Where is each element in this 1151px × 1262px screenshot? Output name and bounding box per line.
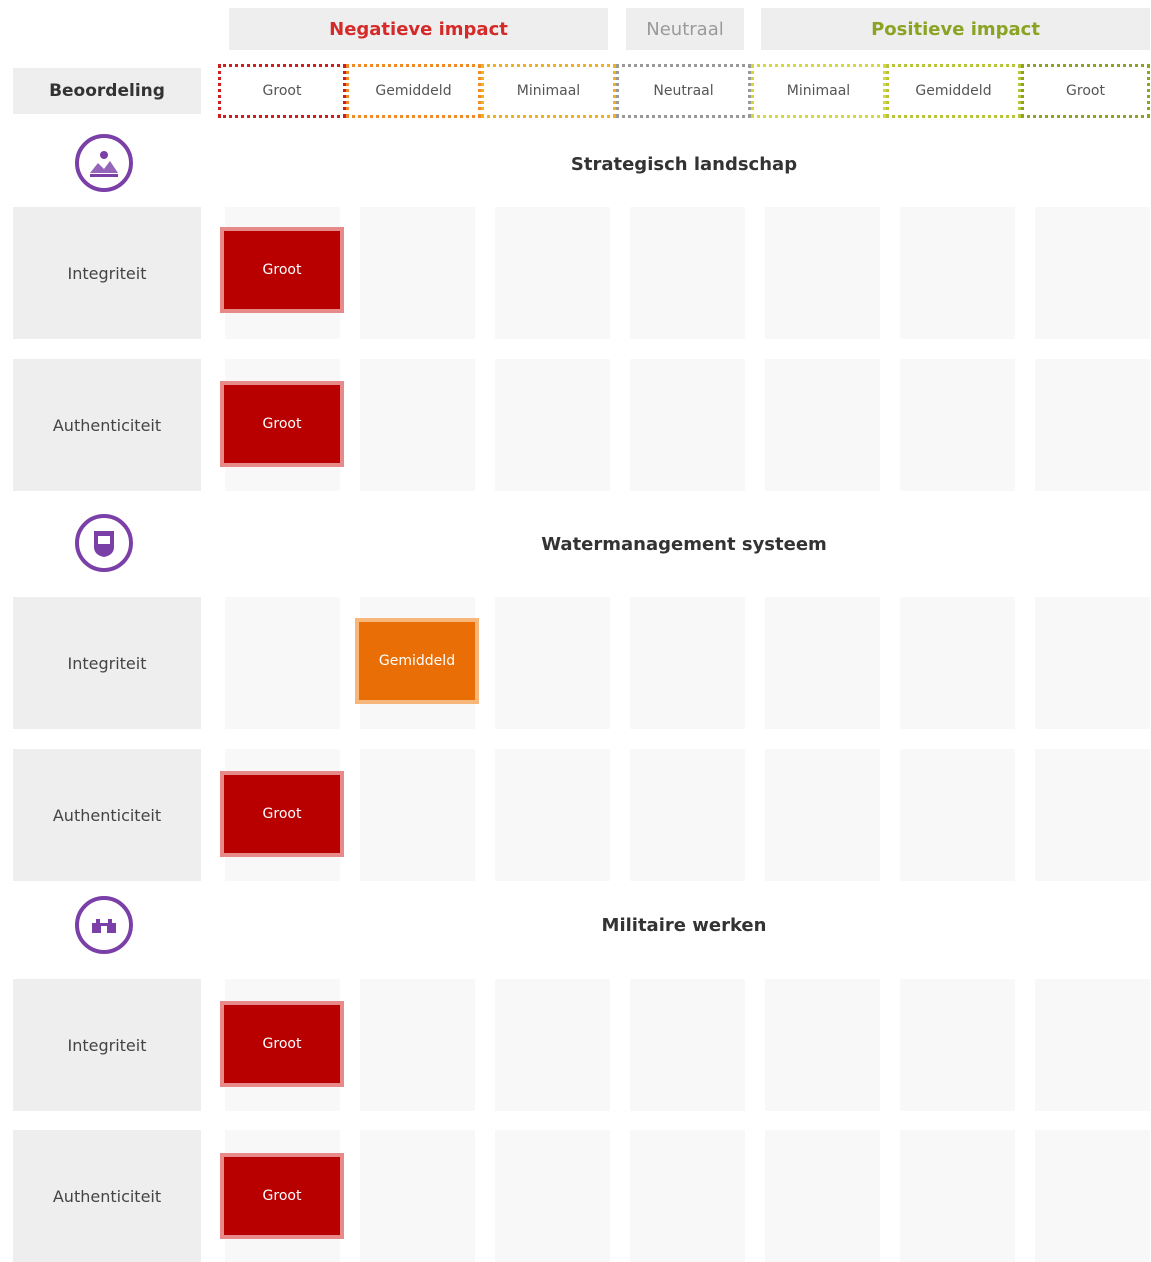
positive-impact-header: Positieve impact — [761, 8, 1150, 50]
scale-negative-groot: Groot — [218, 64, 346, 118]
scale-positive-gemiddeld: Gemiddeld — [886, 64, 1021, 118]
grid-cell — [630, 597, 745, 729]
section-title: Watermanagement systeem — [541, 533, 827, 555]
grid-cell — [630, 359, 745, 491]
row-label-integriteit: Integriteit — [13, 597, 201, 729]
grid-cell — [900, 359, 1015, 491]
grid-cell — [360, 207, 475, 339]
scale-neutraal: Neutraal — [616, 64, 751, 118]
scale-negative-gemiddeld: Gemiddeld — [346, 64, 481, 118]
grid-cell — [765, 597, 880, 729]
grid-cell — [765, 207, 880, 339]
scale-positive-groot: Groot — [1021, 64, 1150, 118]
row-label-authenticiteit: Authenticiteit — [13, 1130, 201, 1262]
rating-gemiddeld: Gemiddeld — [355, 618, 479, 704]
grid-cell — [900, 207, 1015, 339]
grid-cell — [900, 749, 1015, 881]
section-title: Strategisch landschap — [570, 153, 798, 175]
landscape-icon — [75, 134, 133, 192]
water-system-icon — [75, 514, 133, 572]
grid-cell — [900, 597, 1015, 729]
grid-cell — [360, 749, 475, 881]
grid-cell — [1035, 749, 1150, 881]
rating-groot: Groot — [220, 1153, 344, 1239]
row-label-integriteit: Integriteit — [13, 207, 201, 339]
grid-cell — [765, 359, 880, 491]
grid-cell — [360, 359, 475, 491]
grid-cell — [1035, 597, 1150, 729]
neutral-header: Neutraal — [626, 8, 744, 50]
grid-cell — [225, 597, 340, 729]
grid-cell — [765, 979, 880, 1111]
grid-cell — [495, 749, 610, 881]
grid-cell — [630, 979, 745, 1111]
grid-cell — [495, 359, 610, 491]
grid-cell — [765, 749, 880, 881]
negative-impact-header: Negatieve impact — [229, 8, 608, 50]
row-label-authenticiteit: Authenticiteit — [13, 359, 201, 491]
grid-cell — [630, 207, 745, 339]
row-label-authenticiteit: Authenticiteit — [13, 749, 201, 881]
military-works-icon — [75, 896, 133, 954]
rating-groot: Groot — [220, 1001, 344, 1087]
grid-cell — [630, 1130, 745, 1262]
grid-cell — [1035, 979, 1150, 1111]
grid-cell — [360, 1130, 475, 1262]
grid-cell — [495, 1130, 610, 1262]
scale-positive-minimaal: Minimaal — [751, 64, 886, 118]
grid-cell — [1035, 1130, 1150, 1262]
grid-cell — [765, 1130, 880, 1262]
section-title: Militaire werken — [601, 914, 767, 936]
rating-groot: Groot — [220, 227, 344, 313]
scale-negative-minimaal: Minimaal — [481, 64, 616, 118]
beoordeling-label: Beoordeling — [13, 68, 201, 114]
grid-cell — [495, 979, 610, 1111]
grid-cell — [1035, 359, 1150, 491]
grid-cell — [1035, 207, 1150, 339]
rating-groot: Groot — [220, 771, 344, 857]
grid-cell — [495, 207, 610, 339]
grid-cell — [630, 749, 745, 881]
row-label-integriteit: Integriteit — [13, 979, 201, 1111]
grid-cell — [900, 979, 1015, 1111]
grid-cell — [495, 597, 610, 729]
grid-cell — [900, 1130, 1015, 1262]
grid-cell — [360, 979, 475, 1111]
rating-groot: Groot — [220, 381, 344, 467]
